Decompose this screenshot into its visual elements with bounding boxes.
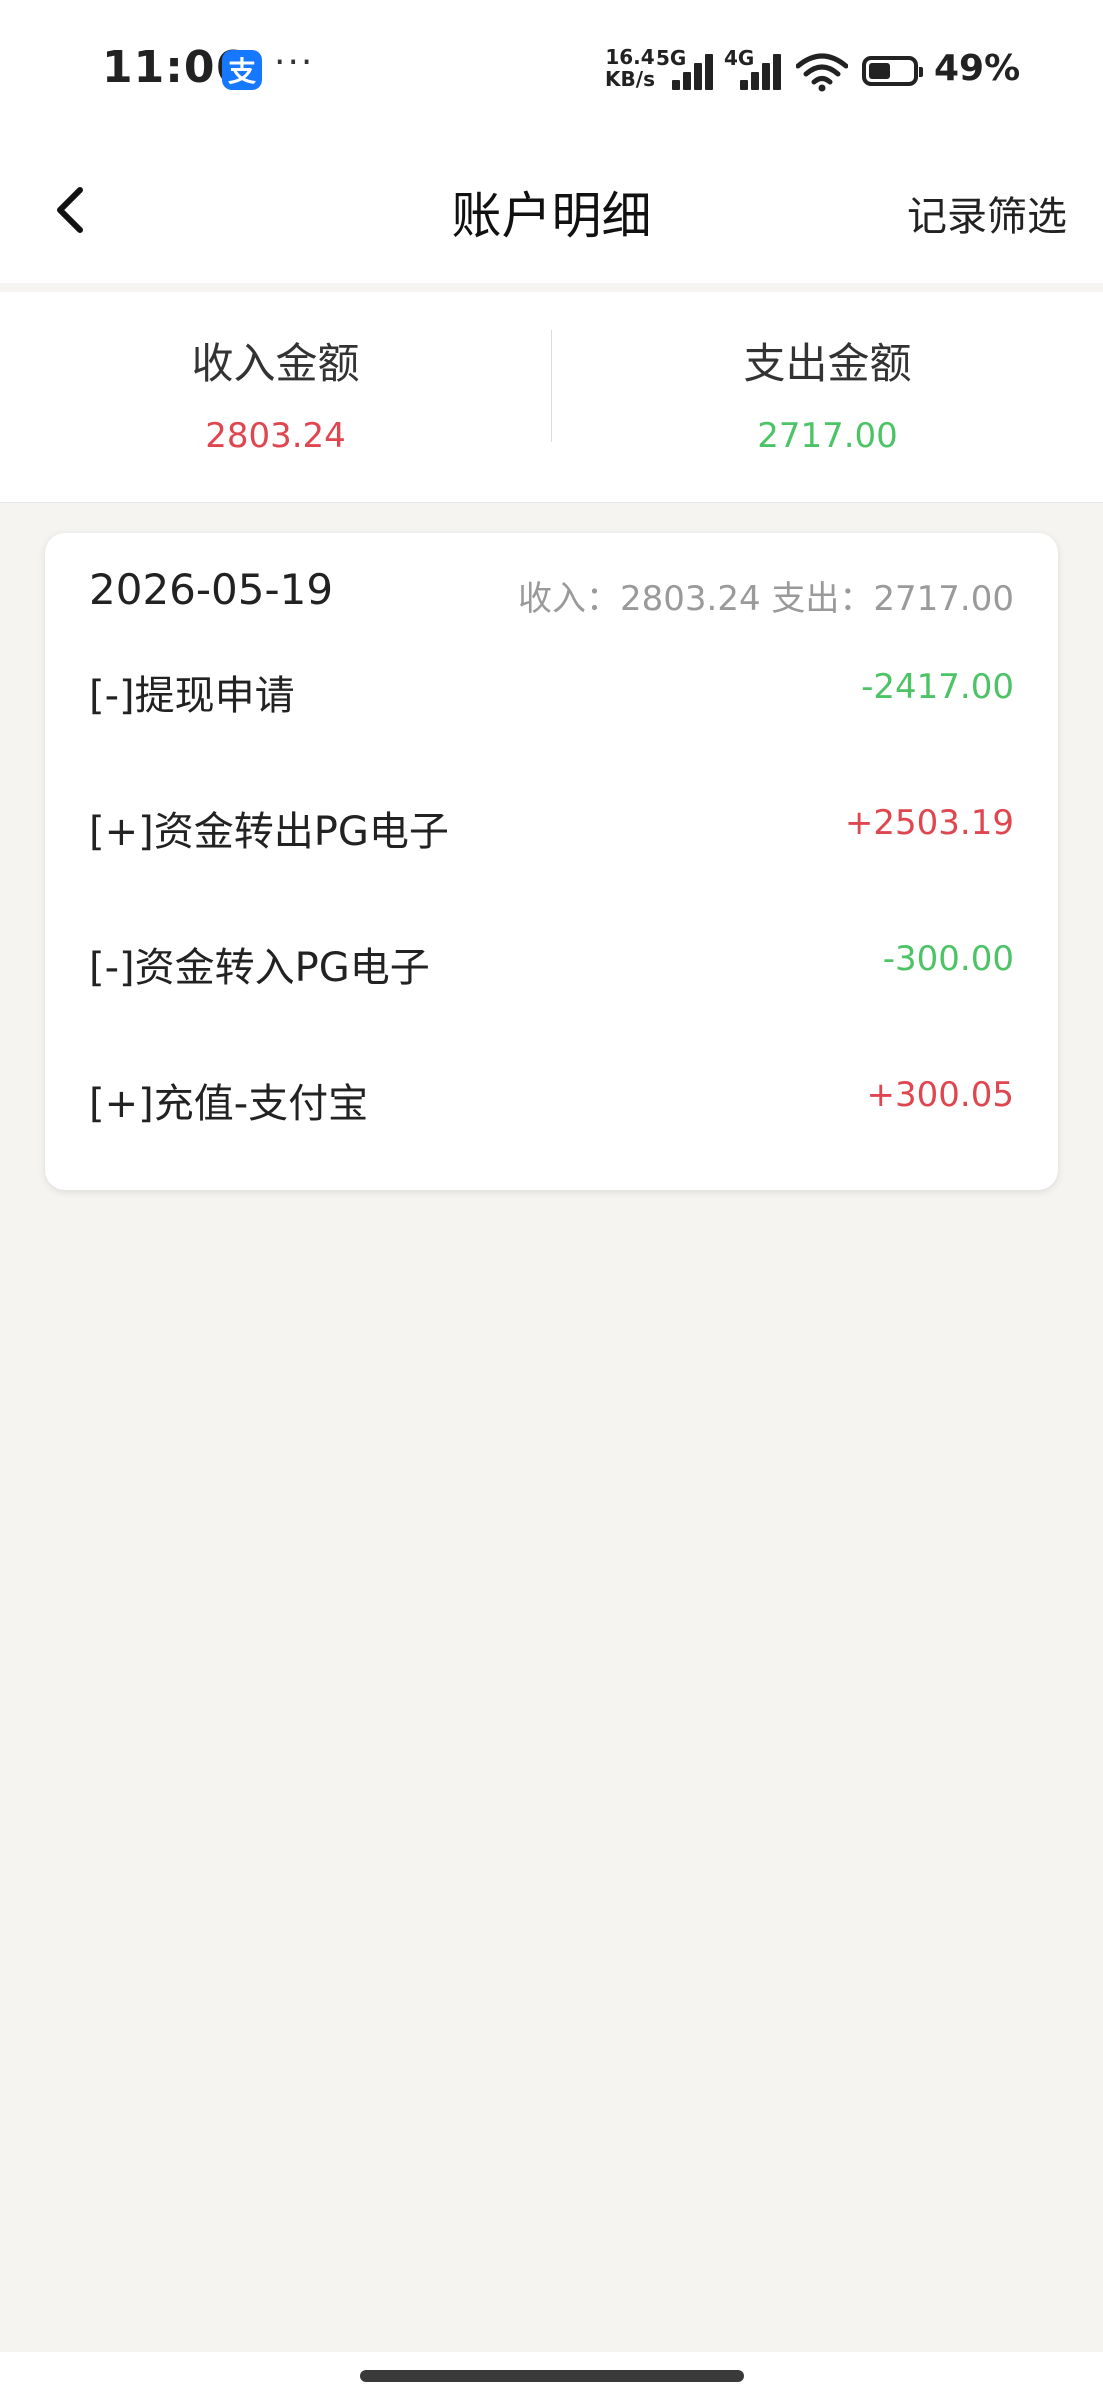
record-amount: -2417.00 [861,667,1014,707]
record-amount: +300.05 [866,1075,1014,1115]
record-card: 2026-05-19 收入：2803.24 支出：2717.00 [-]提现申请… [45,533,1058,1190]
wifi-icon [796,53,848,92]
network-speed-value: 16.4 [605,45,655,69]
network-speed: 16.4 KB/s [604,46,656,90]
record-title: [-]提现申请 [89,673,295,719]
income-label: 收入金额 [191,339,360,388]
account-summary: 收入金额 2803.24 支出金额 2717.00 [0,292,1103,503]
status-bar: 11:06 支 ··· 16.4 KB/s 5G 4G 49% [0,0,1103,140]
expense-value: 2717.00 [757,416,898,456]
signal-4g-icon: 4G [724,46,788,90]
battery-percent: 49% [934,48,1021,89]
record-title: [-]资金转入PG电子 [89,945,430,991]
battery-icon [862,56,923,86]
battery-level [869,63,890,79]
record-date: 2026-05-19 [89,565,334,614]
record-row[interactable]: [-]资金转入PG电子 -300.00 [45,897,1058,1027]
record-row[interactable]: [-]提现申请 -2417.00 [45,625,1058,755]
nav-bar: 账户明细 记录筛选 [0,140,1103,283]
record-row[interactable]: [+]充值-支付宝 +300.05 [45,1033,1058,1163]
record-row[interactable]: [+]资金转出PG电子 +2503.19 [45,761,1058,891]
more-notifications-icon: ··· [274,42,315,83]
home-indicator[interactable] [360,2370,744,2382]
record-title: [+]充值-支付宝 [89,1081,369,1127]
expense-label: 支出金额 [743,339,912,388]
record-amount: +2503.19 [844,803,1014,843]
record-title: [+]资金转出PG电子 [89,809,449,855]
alipay-icon: 支 [222,50,262,90]
income-summary: 收入金额 2803.24 [0,292,551,502]
network-speed-unit: KB/s [605,67,655,91]
record-filter-button[interactable]: 记录筛选 [907,184,1067,242]
record-day-summary: 收入：2803.24 支出：2717.00 [517,579,1014,619]
expense-summary: 支出金额 2717.00 [552,292,1103,502]
income-value: 2803.24 [205,416,346,456]
signal-5g-icon: 5G [656,46,720,90]
record-amount: -300.00 [882,939,1014,979]
